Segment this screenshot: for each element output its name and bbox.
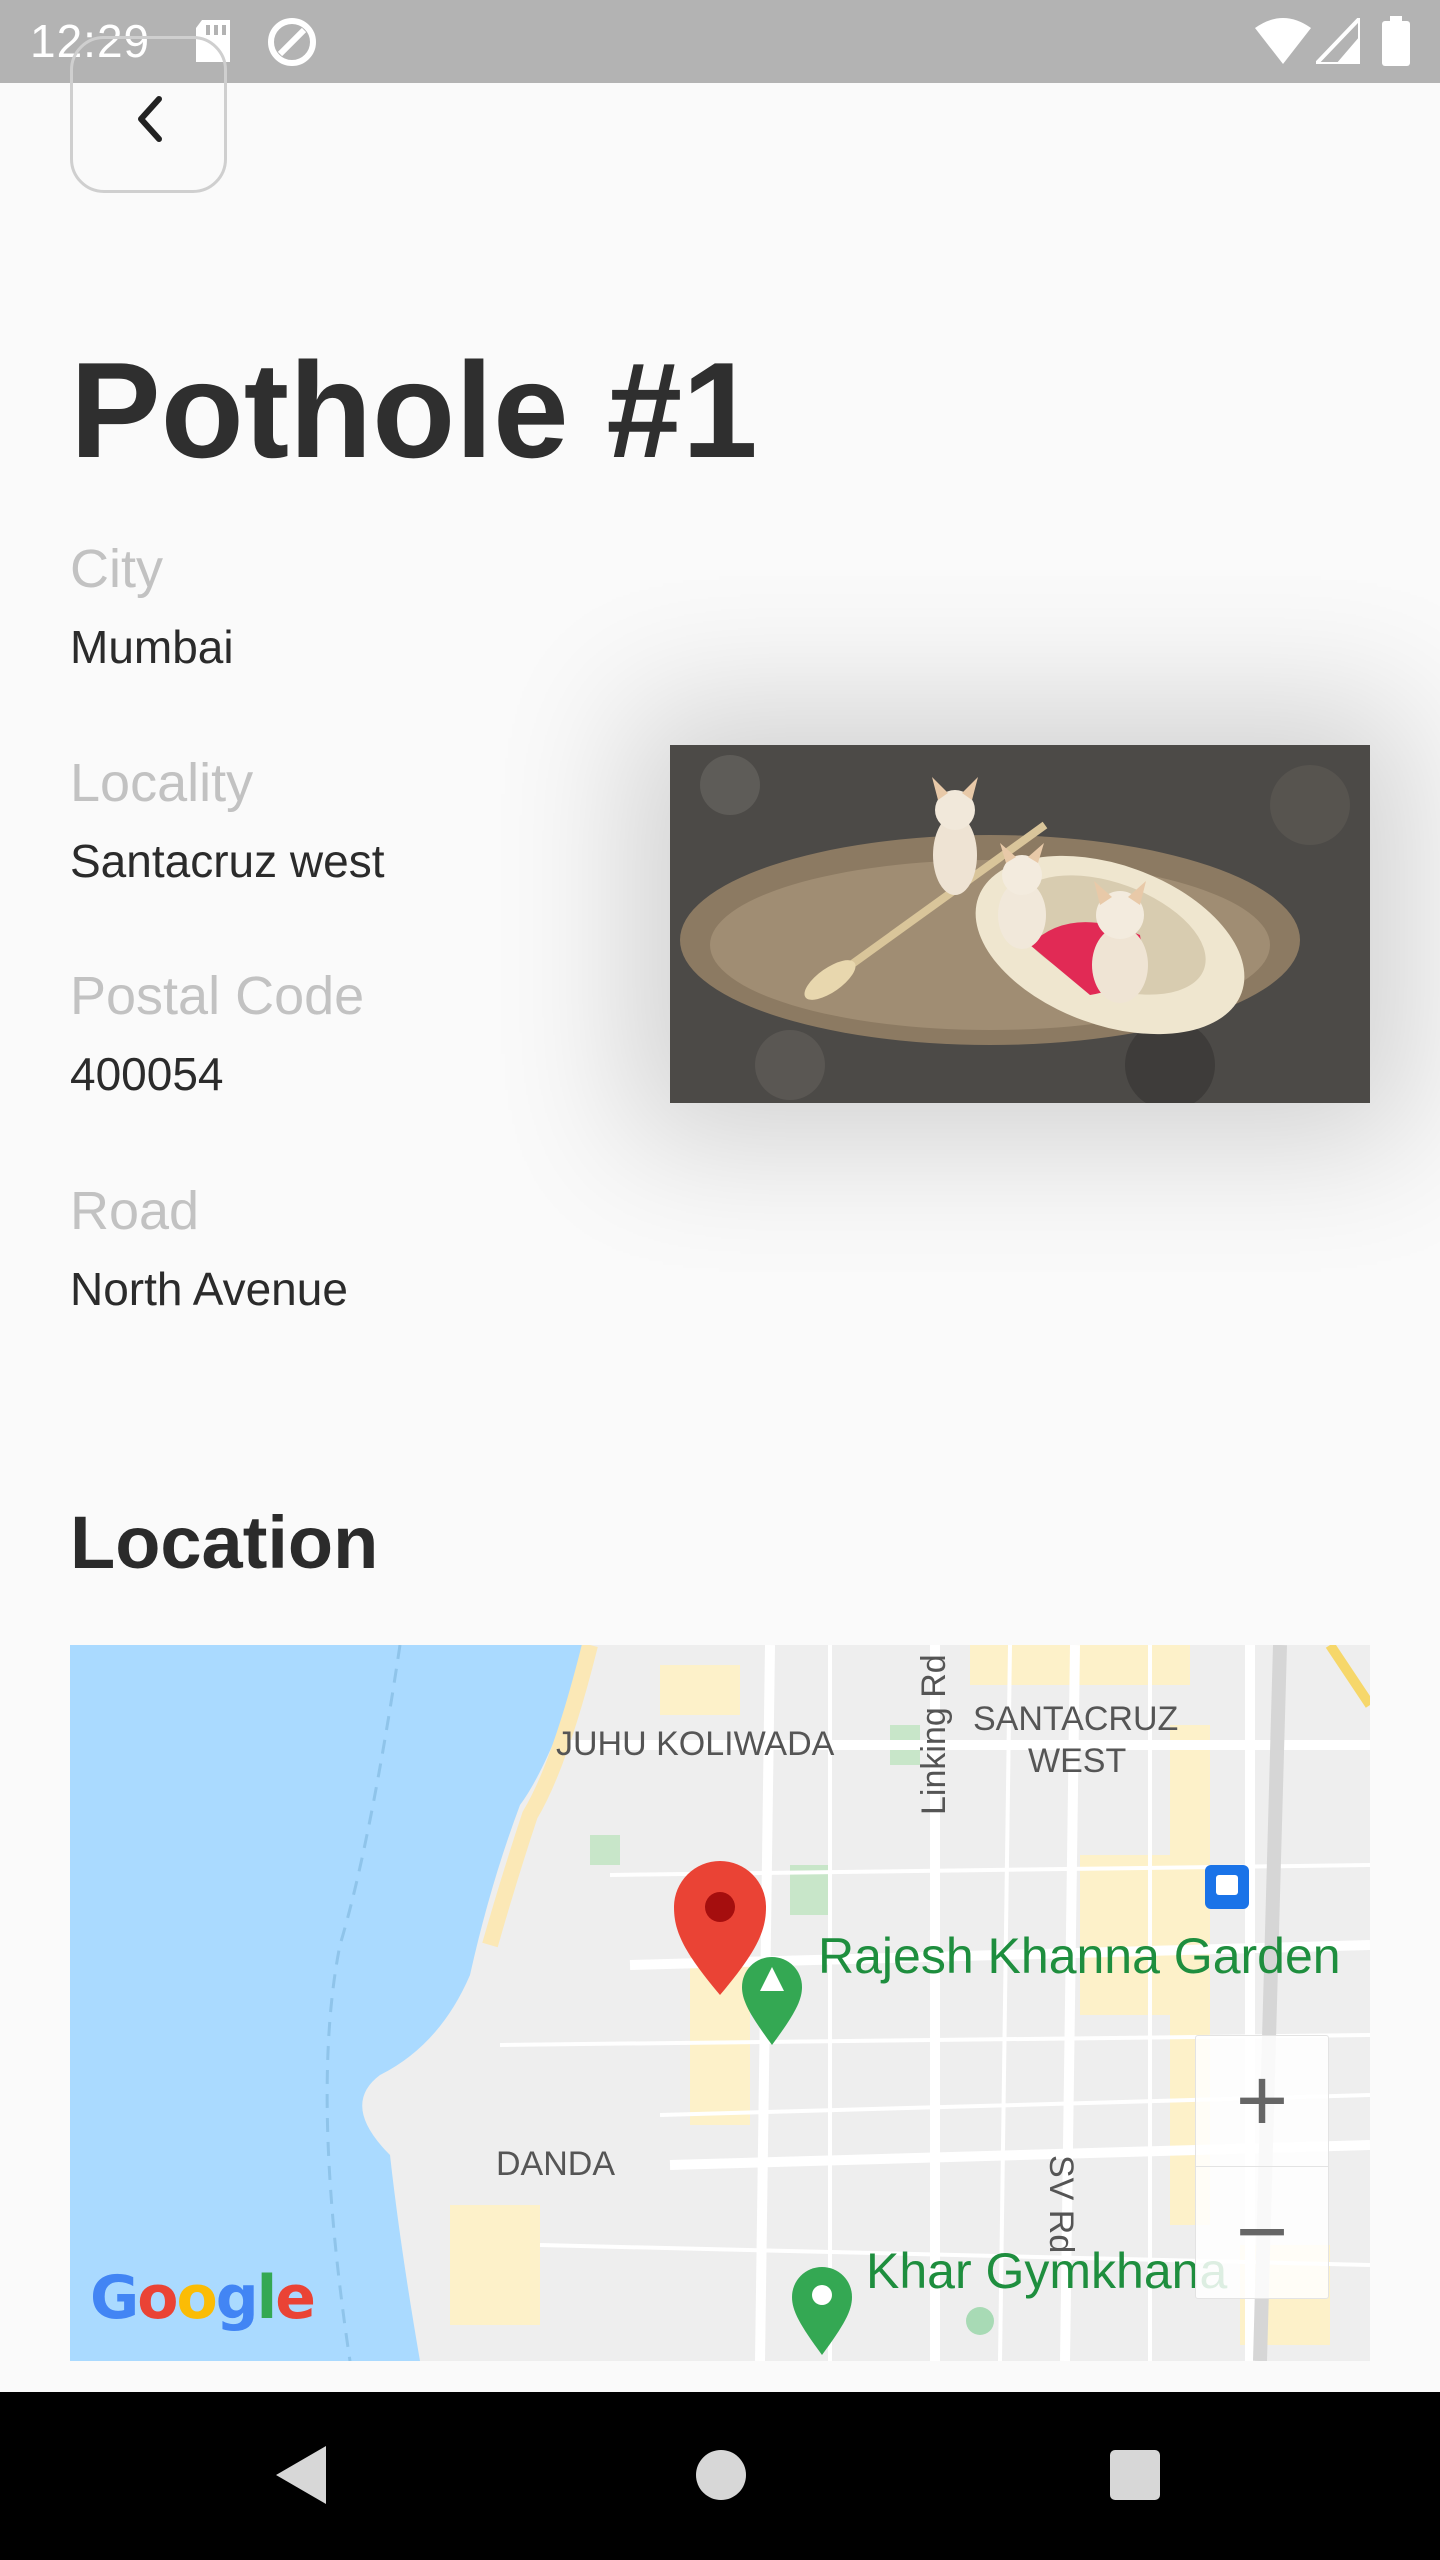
back-triangle-icon[interactable] <box>272 2444 328 2506</box>
home-circle-icon[interactable] <box>694 2448 748 2502</box>
google-logo: Google <box>90 2263 316 2333</box>
zoom-in-button[interactable]: + <box>1196 2036 1328 2167</box>
wifi-icon <box>1255 18 1311 69</box>
pothole-photo[interactable] <box>670 745 1370 1103</box>
road-label: Road <box>70 1181 200 1241</box>
map-label-rajesh-khanna-garden: Rajesh Khanna Garden <box>818 1928 1341 1984</box>
city-value: Mumbai <box>70 621 234 673</box>
back-button[interactable] <box>70 36 227 193</box>
battery-icon <box>1382 16 1410 71</box>
recents-square-icon[interactable] <box>1108 2448 1162 2502</box>
map-label-santacruz-west: WEST <box>1028 1742 1127 1780</box>
map-label-danda: DANDA <box>496 2145 616 2183</box>
postal-code-label: Postal Code <box>70 966 365 1026</box>
map-label-sv-rd: SV Rd <box>1042 2155 1080 2254</box>
locality-label: Locality <box>70 753 254 813</box>
map-label-juhu-koliwada: JUHU KOLIWADA <box>556 1725 835 1763</box>
sync-icon <box>266 16 318 73</box>
map-label-khar-gymkhana: Khar Gymkhana <box>866 2243 1228 2299</box>
city-label: City <box>70 539 163 599</box>
map-label-santacruz: SANTACRUZ <box>973 1700 1179 1738</box>
zoom-out-button[interactable]: − <box>1196 2167 1328 2297</box>
locality-value: Santacruz west <box>70 835 385 887</box>
system-nav-bar <box>0 2392 1440 2560</box>
map-label-linking-rd: Linking Rd <box>915 1654 953 1815</box>
postal-code-value: 400054 <box>70 1048 224 1100</box>
road-value: North Avenue <box>70 1263 348 1315</box>
location-title: Location <box>70 1501 379 1584</box>
chevron-left-icon <box>138 96 162 142</box>
location-map[interactable]: JUHU KOLIWADA SANTACRUZ WEST Linking Rd … <box>70 1645 1370 2361</box>
page-title: Pothole #1 <box>70 334 758 486</box>
signal-icon <box>1311 13 1362 69</box>
map-zoom-controls: + − <box>1195 2035 1329 2299</box>
